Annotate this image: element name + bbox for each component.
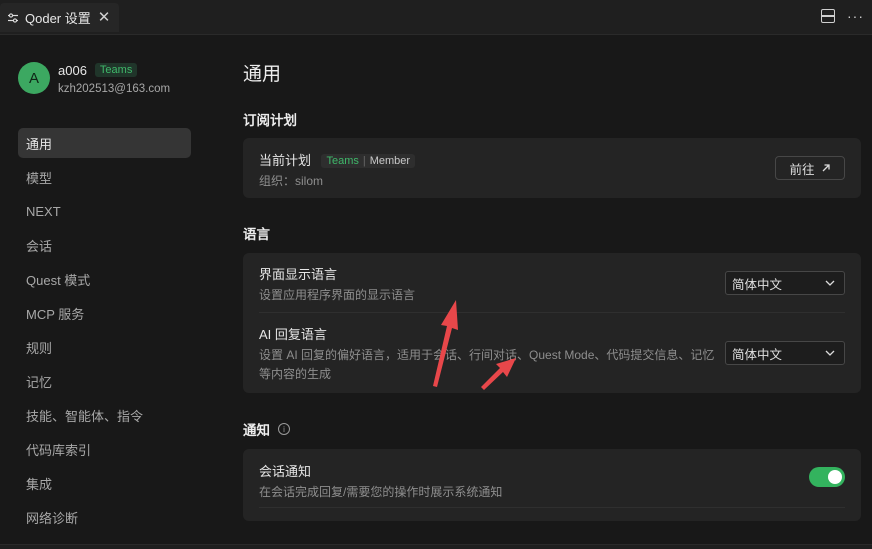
sidebar-item-memory[interactable]: 记忆 [18,366,191,396]
sidebar-item-general[interactable]: 通用 [18,128,191,158]
sidebar-item-models[interactable]: 模型 [18,162,191,192]
sidebar-item-label: 技能、智能体、指令 [26,408,144,424]
user-profile: A a006 Teams kzh202513@163.com [18,62,170,95]
sidebar-item-label: 代码库索引 [26,442,92,458]
chevron-down-icon [825,350,835,356]
plan-badge: Teams | Member [321,153,416,168]
avatar: A [18,62,50,94]
session-notification-desc: 在会话完成回复/需要您的操作时展示系统通知 [259,485,503,499]
split-editor-icon[interactable] [821,9,835,23]
tab-bar: Qoder 设置 ✕ ··· [0,0,872,35]
ui-language-select[interactable]: 简体中文 [725,271,845,295]
sidebar-item-skills[interactable]: 技能、智能体、指令 [18,400,191,430]
sidebar-item-session[interactable]: 会话 [18,230,191,260]
ai-language-select[interactable]: 简体中文 [725,341,845,365]
divider [259,312,845,313]
sidebar-item-codebase-index[interactable]: 代码库索引 [18,434,191,464]
main-content: 通用 订阅计划 当前计划 Teams | Member 组织：silom 前往 … [243,35,861,549]
sidebar-item-label: 规则 [26,340,53,356]
sidebar-item-label: Quest 模式 [26,272,91,288]
plan-badge-teams: Teams [326,154,359,167]
sidebar-item-label: 通用 [26,136,53,152]
user-email: kzh202513@163.com [58,83,171,95]
close-icon[interactable]: ✕ [98,10,111,25]
subscription-card: 当前计划 Teams | Member 组织：silom 前往 [243,138,861,198]
session-notification-toggle[interactable] [809,467,845,487]
ai-language-value: 简体中文 [732,347,783,362]
go-button-label: 前往 [789,162,815,177]
toggle-knob [828,470,842,484]
chevron-down-icon [825,280,835,286]
sidebar-item-label: 模型 [26,170,53,186]
section-title-language: 语言 [243,227,270,242]
info-icon[interactable]: i [278,423,290,435]
sidebar-item-label: MCP 服务 [26,306,85,322]
sidebar-item-network[interactable]: 网络诊断 [18,502,191,532]
current-plan-label: 当前计划 [259,153,312,168]
ui-language-value: 简体中文 [732,277,783,292]
sidebar-item-label: 记忆 [26,374,53,390]
settings-sliders-icon [8,12,18,23]
notification-title-label: 通知 [243,423,270,438]
more-icon[interactable]: ··· [847,8,864,24]
org-name: 组织：silom [259,174,324,188]
ai-language-desc: 设置 AI 回复的偏好语言，适用于会话、行间对话、Quest Mode、代码提交… [259,348,715,381]
sidebar-item-rules[interactable]: 规则 [18,332,191,362]
sidebar-item-label: 集成 [26,476,53,492]
sidebar-item-next[interactable]: NEXT [18,196,191,226]
username: a006 [58,62,87,78]
language-card: 界面显示语言 设置应用程序界面的显示语言 简体中文 AI 回复语言 设置 AI … [243,253,861,393]
sidebar-item-quest-mode[interactable]: Quest 模式 [18,264,191,294]
ui-language-title: 界面显示语言 [259,267,338,282]
ai-language-title: AI 回复语言 [259,327,327,342]
sidebar-item-label: 会话 [26,238,53,254]
sidebar-item-label: 网络诊断 [26,510,79,526]
go-button[interactable]: 前往 [775,156,845,180]
sidebar-item-integrations[interactable]: 集成 [18,468,191,498]
sidebar: A a006 Teams kzh202513@163.com 通用 模型 NEX… [0,35,210,549]
external-arrow-icon [822,164,830,172]
plan-badge-member: Member [369,154,411,167]
sidebar-nav: 通用 模型 NEXT 会话 Quest 模式 MCP 服务 规则 记忆 技能、智… [18,128,191,536]
session-notification-title: 会话通知 [259,464,312,479]
section-title-notification: 通知 i [243,419,290,439]
notification-card: 会话通知 在会话完成回复/需要您的操作时展示系统通知 [243,449,861,521]
sidebar-item-label: NEXT [26,203,61,219]
ui-language-desc: 设置应用程序界面的显示语言 [259,288,416,302]
page-title: 通用 [243,64,282,85]
tab-qoder-settings[interactable]: Qoder 设置 ✕ [0,3,119,32]
bottom-border [0,544,872,549]
divider [259,507,845,508]
sidebar-item-mcp[interactable]: MCP 服务 [18,298,191,328]
tab-title: Qoder 设置 [25,11,91,26]
teams-badge: Teams [94,63,138,77]
section-title-subscription: 订阅计划 [243,113,297,128]
